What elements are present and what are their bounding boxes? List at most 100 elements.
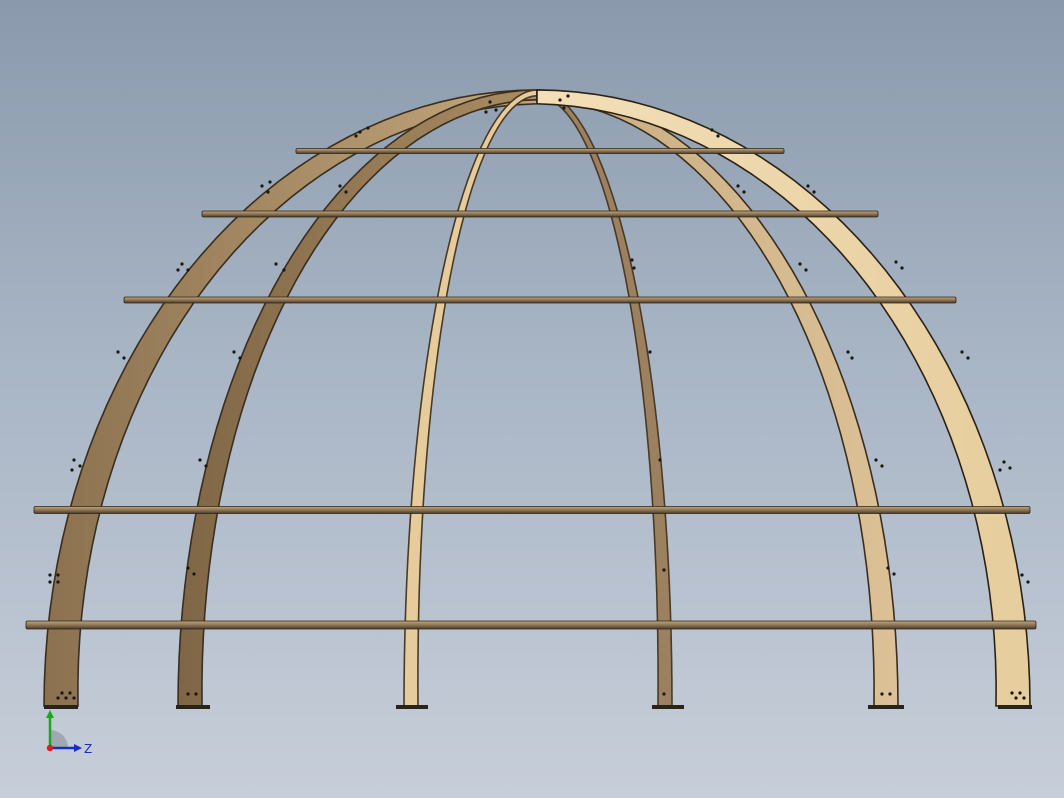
bolt-hole bbox=[812, 190, 816, 194]
bolt-hole bbox=[846, 350, 850, 354]
bolt-hole bbox=[894, 260, 898, 264]
z-axis-label: Z bbox=[84, 742, 92, 756]
bolt-hole bbox=[742, 190, 746, 194]
bolt-hole bbox=[70, 468, 74, 472]
bolt-hole bbox=[484, 110, 488, 114]
bolt-hole bbox=[966, 356, 970, 360]
triad-shadow bbox=[50, 730, 68, 748]
origin-icon bbox=[46, 744, 54, 752]
arch-inner-right bbox=[536, 89, 673, 707]
bolt-hole bbox=[344, 190, 348, 194]
bolt-hole bbox=[60, 691, 64, 695]
bolt-hole bbox=[56, 573, 60, 577]
bolt-hole bbox=[798, 262, 802, 266]
bolt-hole bbox=[64, 696, 68, 700]
bolt-hole bbox=[194, 692, 198, 696]
bolt-hole bbox=[72, 458, 76, 462]
bolt-hole bbox=[630, 258, 634, 262]
bolt-hole bbox=[186, 692, 190, 696]
bolt-hole bbox=[232, 350, 236, 354]
bolt-hole bbox=[888, 692, 892, 696]
bolt-hole bbox=[354, 134, 358, 138]
bolt-hole bbox=[1014, 696, 1018, 700]
bolt-hole bbox=[48, 573, 52, 577]
bolt-hole bbox=[892, 572, 896, 576]
bolt-hole bbox=[662, 692, 666, 696]
bolt-hole bbox=[998, 468, 1002, 472]
bolt-hole bbox=[192, 572, 196, 576]
bolt-hole bbox=[338, 184, 342, 188]
bolt-hole bbox=[648, 350, 652, 354]
bolt-hole bbox=[880, 692, 884, 696]
bolt-hole bbox=[900, 266, 904, 270]
bolt-hole bbox=[1002, 460, 1006, 464]
bolt-hole bbox=[56, 696, 60, 700]
bolt-hole bbox=[488, 100, 492, 104]
bolt-hole bbox=[122, 356, 126, 360]
bolt-hole bbox=[260, 184, 264, 188]
bolt-hole bbox=[198, 458, 202, 462]
bolt-hole bbox=[176, 268, 180, 272]
bolt-hole bbox=[880, 464, 884, 468]
bolt-hole bbox=[48, 580, 52, 584]
ring-4 bbox=[33, 506, 1031, 514]
bolt-hole bbox=[662, 568, 666, 572]
ring-3 bbox=[123, 296, 957, 304]
coordinate-triad: Z bbox=[46, 710, 92, 756]
bolt-hole bbox=[874, 458, 878, 462]
bolt-hole bbox=[736, 184, 740, 188]
base-plate-5 bbox=[868, 705, 904, 709]
bolt-hole bbox=[566, 94, 570, 98]
y-arrow-icon bbox=[46, 710, 54, 718]
bolt-hole bbox=[1020, 573, 1024, 577]
bolt-hole bbox=[238, 356, 242, 360]
bolt-hole bbox=[78, 464, 82, 468]
3d-viewport[interactable]: Z bbox=[0, 0, 1064, 798]
bolt-hole bbox=[658, 458, 662, 462]
bolt-hole bbox=[558, 98, 562, 102]
bolt-hole bbox=[366, 126, 370, 130]
bolt-hole bbox=[282, 268, 286, 272]
ring-5 bbox=[25, 620, 1037, 630]
bolt-hole bbox=[886, 566, 890, 570]
base-plate-3 bbox=[396, 705, 428, 709]
z-arrow-icon bbox=[74, 744, 82, 752]
base-plate-4 bbox=[652, 705, 684, 709]
bolt-hole bbox=[204, 464, 208, 468]
arch-inner-left bbox=[403, 89, 538, 707]
bolt-hole bbox=[960, 350, 964, 354]
bolt-hole bbox=[1026, 580, 1030, 584]
bolt-hole bbox=[274, 262, 278, 266]
dome-frame-model[interactable] bbox=[0, 0, 1064, 798]
bolt-hole bbox=[116, 350, 120, 354]
bolt-hole bbox=[1008, 466, 1012, 470]
bolt-hole bbox=[1010, 691, 1014, 695]
bolt-hole bbox=[716, 134, 720, 138]
bolt-hole bbox=[68, 691, 72, 695]
ring-2 bbox=[201, 210, 879, 218]
bolt-hole bbox=[72, 696, 76, 700]
arch-outer-left bbox=[43, 89, 538, 707]
bolt-hole bbox=[186, 566, 190, 570]
bolt-hole bbox=[1018, 691, 1022, 695]
ring-1 bbox=[295, 148, 785, 154]
bolt-hole bbox=[806, 184, 810, 188]
arch-mid-right bbox=[536, 89, 899, 707]
bolt-hole bbox=[180, 262, 184, 266]
bolt-hole bbox=[850, 356, 854, 360]
bolt-hole bbox=[358, 130, 362, 134]
bolt-hole bbox=[186, 268, 190, 272]
arch-mid-left bbox=[177, 89, 538, 707]
bolt-hole bbox=[710, 128, 714, 132]
base-plate-6 bbox=[998, 705, 1032, 709]
bolt-hole bbox=[804, 268, 808, 272]
bolt-hole bbox=[1022, 696, 1026, 700]
arch-ribs bbox=[43, 89, 1031, 707]
arch-outer-right bbox=[536, 89, 1031, 707]
bolt-hole bbox=[562, 106, 566, 110]
bolt-hole bbox=[266, 190, 270, 194]
base-plates bbox=[44, 705, 1032, 709]
bolt-hole bbox=[632, 266, 636, 270]
base-plate-2 bbox=[176, 705, 210, 709]
bolt-hole bbox=[56, 580, 60, 584]
